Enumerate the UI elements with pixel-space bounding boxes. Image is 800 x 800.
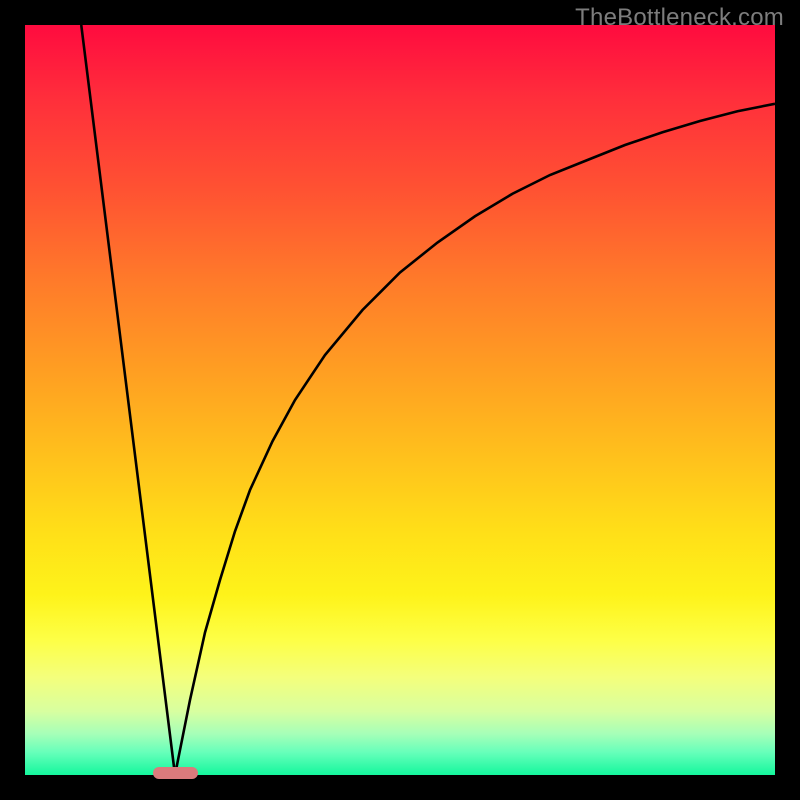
plot-area: [25, 25, 775, 775]
curve-layer: [25, 25, 775, 775]
left-descent-line: [81, 25, 175, 775]
right-curve-line: [175, 104, 775, 775]
watermark-text: TheBottleneck.com: [575, 4, 784, 32]
chart-frame: TheBottleneck.com: [0, 0, 800, 800]
bottleneck-marker: [153, 767, 198, 779]
